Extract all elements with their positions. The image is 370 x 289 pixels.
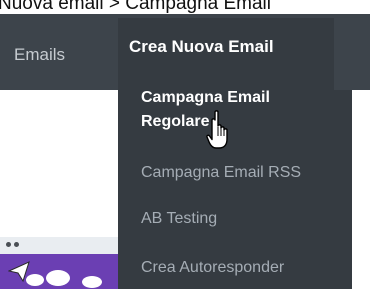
menu-item-create-autoresponder[interactable]: Crea Autoresponder [141,259,284,277]
menu-item-ab-testing[interactable]: AB Testing [141,210,217,228]
menu-item-label-line1: Campagna Email [141,89,270,106]
create-email-dropdown-menu: Campagna Email Regolare Campagna Email R… [118,89,352,289]
hand-pointer-cursor-icon [206,110,228,149]
cloud-shape [82,276,102,288]
nav-item-create-label: Crea Nuova Email [129,37,274,56]
window-dot-icon [14,242,19,247]
nav-item-emails[interactable]: Emails [14,45,65,65]
template-preview-toolbar [0,237,120,254]
paper-plane-icon [8,261,30,282]
template-preview-image [0,254,120,289]
menu-item-rss-campaign[interactable]: Campagna Email RSS [141,164,301,182]
cloud-shape [46,270,70,286]
caption-text: Nuova email > Campagna Email [0,0,271,14]
page-caption: Nuova email > Campagna Email [0,0,370,14]
window-dot-icon [6,242,11,247]
top-navbar: Emails Crea Nuova Email [0,14,370,104]
